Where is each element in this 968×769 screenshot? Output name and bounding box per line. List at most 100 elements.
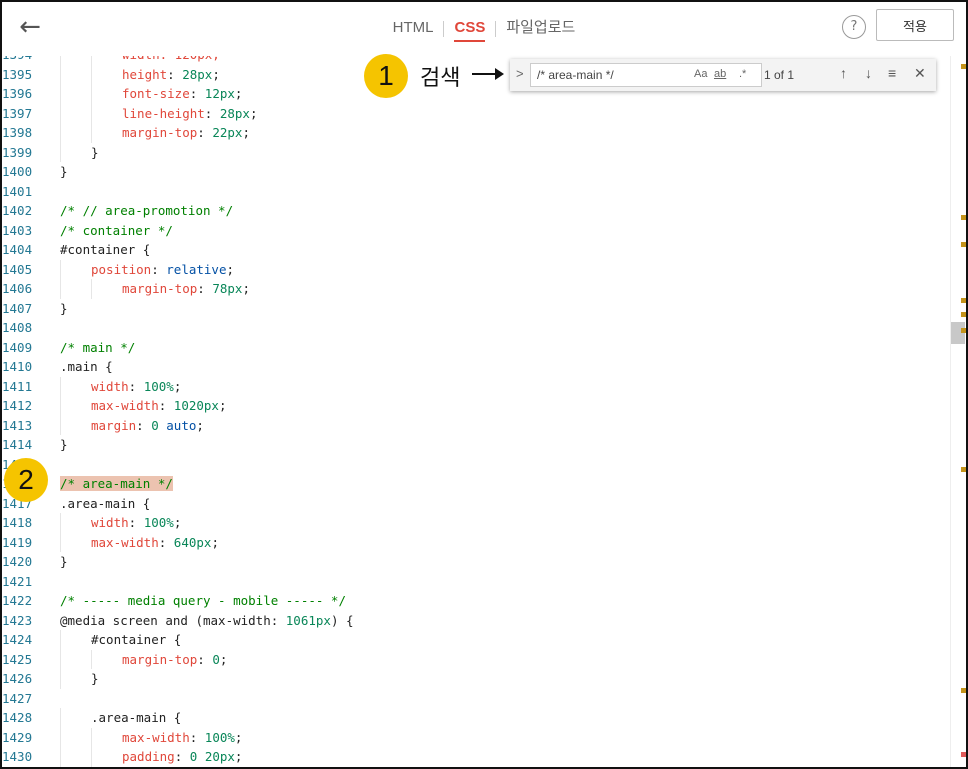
- line-number: 1426: [2, 671, 33, 686]
- code-line: 1408: [2, 318, 950, 338]
- apply-button[interactable]: 적용: [876, 9, 954, 41]
- code-text: margin-top: 22px;: [122, 123, 250, 143]
- code-token: :: [197, 281, 213, 296]
- line-number: 1402: [2, 203, 33, 218]
- line-number: 1405: [2, 261, 33, 277]
- match-case-icon[interactable]: Aa: [694, 68, 707, 80]
- code-line: 1407}: [2, 299, 950, 319]
- indent-guide: [60, 630, 61, 650]
- code-line: 1406 margin-top: 78px;: [2, 279, 950, 299]
- code-token: :: [174, 749, 190, 764]
- editor-tabs: HTML CSS 파일업로드: [2, 2, 966, 56]
- tab-file-upload[interactable]: 파일업로드: [496, 2, 585, 56]
- code-line: 1418 width: 100%;: [2, 513, 950, 533]
- code-text: margin-top: 78px;: [122, 279, 250, 299]
- code-editor[interactable]: 1394width: 120px;1395height: 28px;1396fo…: [2, 56, 950, 767]
- line-number: 1409: [2, 339, 33, 355]
- code-line: 1423 @media screen and (max-width: 1061px…: [2, 611, 950, 631]
- line-number: 1397: [2, 105, 33, 121]
- line-number: 1429: [2, 729, 33, 745]
- code-text: line-height: 28px;: [122, 104, 258, 124]
- code-token: 100%: [143, 378, 174, 394]
- code-text: .area-main {: [60, 494, 150, 514]
- code-token: ;: [242, 125, 250, 140]
- code-line: 1427: [2, 689, 950, 709]
- code-text: margin: 0 auto;: [91, 416, 204, 436]
- line-number: 1401: [2, 183, 33, 199]
- scroll-marker: [961, 312, 966, 317]
- line-number: 1422: [2, 593, 33, 608]
- code-text: }: [60, 299, 68, 319]
- code-token: ;: [242, 281, 250, 296]
- code-token: margin-top: [122, 281, 198, 296]
- code-line: 1402 /* // area-promotion */: [2, 201, 950, 221]
- find-in-selection-icon[interactable]: ≡: [888, 65, 896, 81]
- code-token: width: 120px;: [122, 56, 220, 62]
- scrollbar-thumb[interactable]: [951, 322, 965, 344]
- next-match-icon[interactable]: ↓: [865, 65, 872, 81]
- code-token: margin-top: [122, 125, 198, 140]
- tab-html[interactable]: HTML: [383, 2, 444, 56]
- line-number: 1412: [2, 398, 33, 413]
- code-token: ;: [173, 515, 182, 530]
- code-token: :: [204, 105, 220, 121]
- indent-guide: [60, 649, 61, 669]
- code-line: 1411 width: 100%;: [2, 376, 950, 396]
- code-token: /* area-main */: [60, 476, 173, 491]
- code-text: padding: 0 20px;: [122, 747, 242, 767]
- indent-guide: [60, 532, 61, 552]
- code-token: #container {: [60, 242, 151, 257]
- code-token: line-height: [122, 105, 205, 121]
- indent-guide: [60, 142, 61, 162]
- code-token: 100%: [204, 729, 235, 745]
- find-input[interactable]: [530, 63, 762, 87]
- line-number: 1418: [2, 515, 33, 530]
- code-token: .main {: [60, 359, 113, 374]
- code-token: max-width: [122, 729, 190, 745]
- code-line: 1428 .area-main {: [2, 708, 950, 728]
- code-line: 1404 #container {: [2, 240, 950, 260]
- line-number: 1419: [2, 534, 33, 550]
- line-number: 1410: [2, 359, 33, 374]
- code-token: 100%: [143, 515, 174, 530]
- code-line: 1403 /* container */: [2, 221, 950, 241]
- code-text: }: [91, 143, 99, 163]
- code-token: ;: [234, 749, 243, 764]
- arrow-icon: [472, 68, 504, 80]
- tab-css[interactable]: CSS: [444, 2, 495, 56]
- code-token: }: [60, 164, 68, 179]
- line-number: 1428: [2, 710, 33, 725]
- code-text: /* container */: [60, 221, 173, 241]
- help-icon[interactable]: ?: [842, 15, 866, 39]
- code-text: @media screen and (max-width: 1061px) {: [60, 611, 354, 631]
- code-text: margin-top: 0;: [122, 650, 227, 670]
- code-token: #container {: [91, 632, 182, 647]
- line-number: 1403: [2, 222, 33, 238]
- regex-icon[interactable]: .*: [739, 68, 746, 80]
- whole-word-icon[interactable]: ab: [714, 68, 726, 80]
- previous-match-icon[interactable]: ↑: [840, 65, 847, 81]
- indent-guide: [60, 727, 61, 747]
- code-token: }: [91, 671, 99, 686]
- vertical-scrollbar[interactable]: [950, 56, 966, 767]
- close-find-icon[interactable]: ✕: [914, 65, 926, 82]
- indent-guide: [60, 56, 61, 65]
- code-token: .area-main {: [91, 710, 182, 725]
- code-token: :: [151, 261, 167, 277]
- code-token: padding: [122, 749, 175, 764]
- code-line: 1419 max-width: 640px;: [2, 532, 950, 552]
- code-line: 1429 max-width: 100%;: [2, 727, 950, 747]
- code-token: ;: [249, 105, 258, 121]
- line-number: 1395: [2, 66, 33, 82]
- scroll-marker: [961, 64, 966, 69]
- indent-guide: [60, 415, 61, 435]
- search-annotation-label: 검색: [420, 66, 461, 91]
- indent-guide: [91, 747, 92, 767]
- toggle-replace-icon[interactable]: >: [516, 66, 524, 81]
- indent-guide: [60, 766, 61, 767]
- line-number: 1430: [2, 749, 33, 764]
- find-widget: > Aa ab .* 1 of 1 ↑ ↓ ≡ ✕: [510, 59, 936, 91]
- code-text: /* main */: [60, 338, 135, 358]
- code-text: }: [60, 162, 68, 182]
